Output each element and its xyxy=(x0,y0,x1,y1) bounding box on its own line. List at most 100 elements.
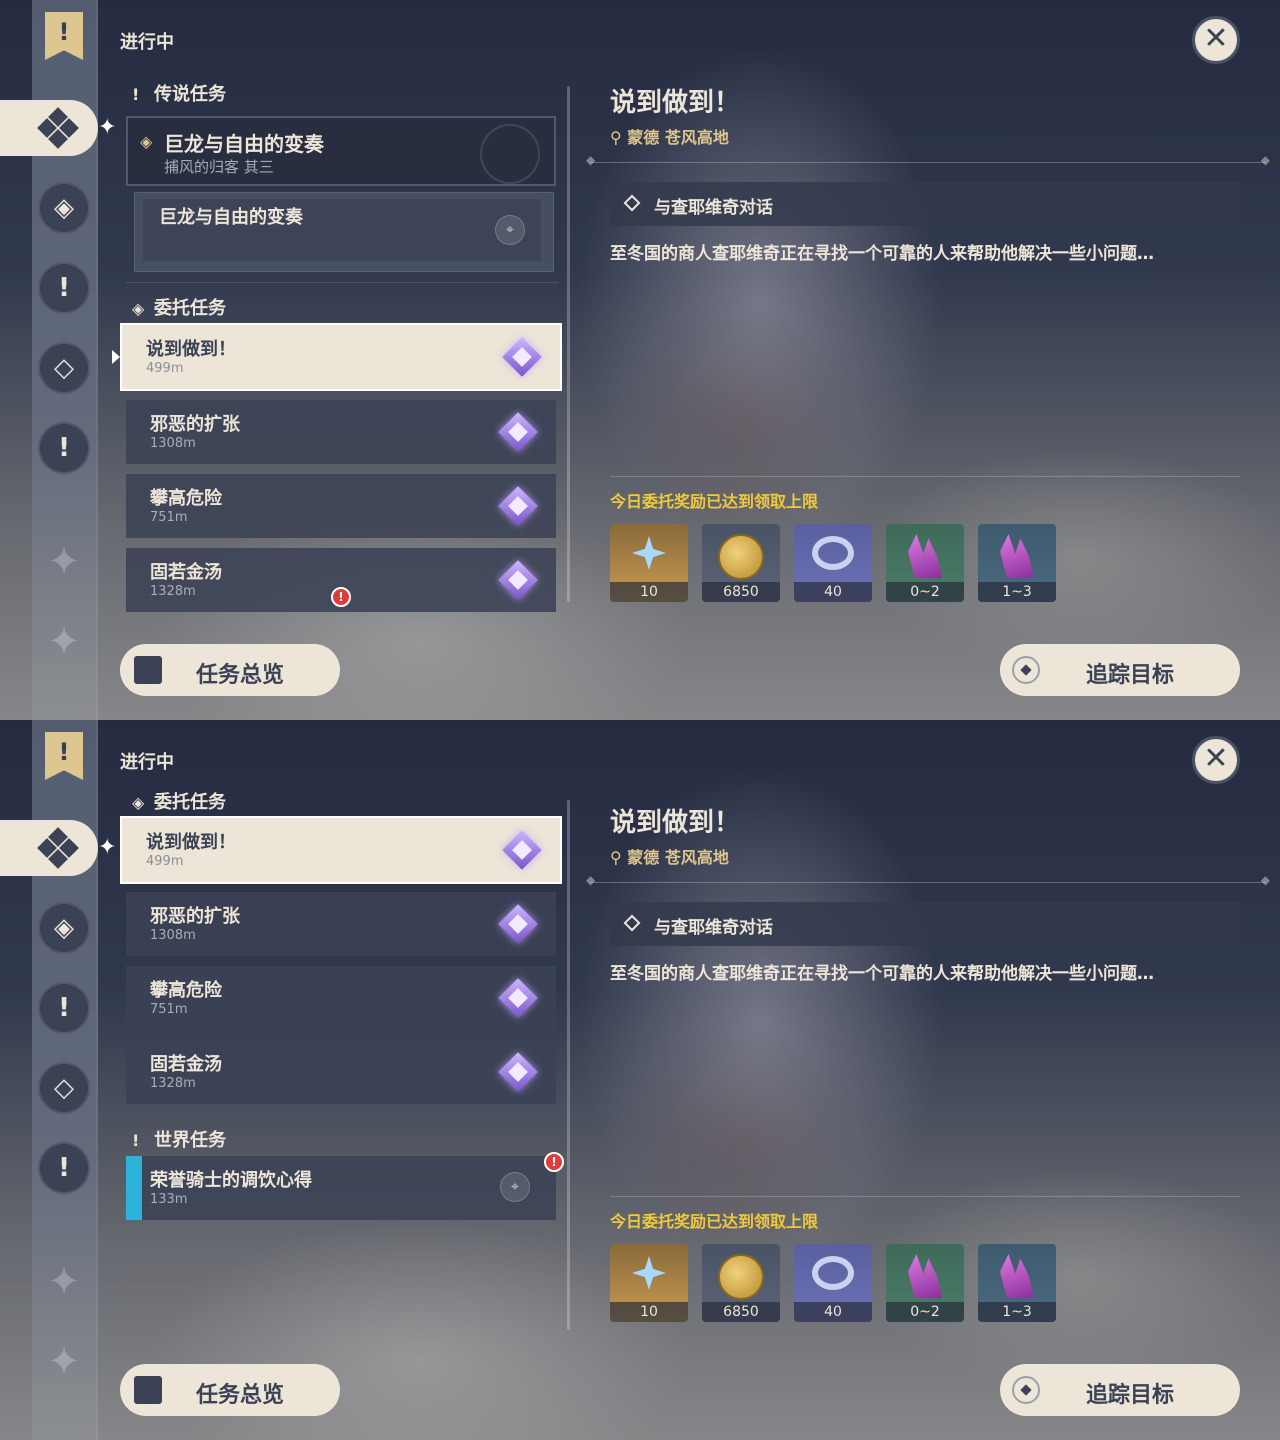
star-deco-icon: ✦ xyxy=(47,619,81,665)
close-button[interactable]: ✕ xyxy=(1192,736,1240,784)
reward-item[interactable]: 0~2 xyxy=(886,1244,964,1322)
detail-title: 说到做到！ xyxy=(610,88,741,118)
archon-sub-entry[interactable]: 巨龙与自由的变奏 ⌖ xyxy=(134,192,554,272)
star-deco-icon: ✦ xyxy=(47,1339,81,1385)
quest-item[interactable]: 邪恶的扩张 1308m xyxy=(126,892,556,956)
commission-category-icon: ◈ xyxy=(132,299,145,318)
quest-title: 荣誉骑士的调饮心得 xyxy=(150,1170,312,1191)
sparkle-icon: ✦ xyxy=(98,835,117,860)
detail-title: 说到做到！ xyxy=(610,808,741,838)
quest-description: 至冬国的商人查耶维奇正在寻找一个可靠的人来帮助他解决一些小问题… xyxy=(610,244,1154,264)
quest-item-selected[interactable]: 说到做到！ 499m xyxy=(120,816,562,884)
quest-distance: 751m xyxy=(150,1002,188,1017)
archon-category-icon: ! xyxy=(132,85,140,104)
sidebar-tab-archon[interactable]: ◈ xyxy=(38,182,90,234)
objective-diamond-icon xyxy=(623,194,641,212)
sidebar-tab-archon[interactable]: ◈ xyxy=(38,902,90,954)
quest-item[interactable]: 攀高危险 751m xyxy=(126,966,556,1030)
reward-divider xyxy=(610,476,1240,477)
quest-distance: 1308m xyxy=(150,928,196,943)
commission-quest-icon xyxy=(498,978,538,1018)
reward-item[interactable]: 10 xyxy=(610,1244,688,1322)
quest-title: 固若金汤 xyxy=(150,562,222,583)
mora-icon xyxy=(718,1254,764,1300)
quest-title: 邪恶的扩张 xyxy=(150,414,240,435)
reward-item[interactable]: 1~3 xyxy=(978,524,1056,602)
location-pin-icon: ⚲ xyxy=(610,848,622,867)
archon-quest-entry[interactable]: ◈ 巨龙与自由的变奏 捕风的归客 其三 xyxy=(126,116,556,186)
alert-badge-icon: ! xyxy=(544,1152,564,1172)
quest-item[interactable]: 邪恶的扩张 1308m xyxy=(126,400,556,464)
quest-title: 固若金汤 xyxy=(150,1054,222,1075)
commission-quest-icon xyxy=(498,412,538,452)
tracked-stripe xyxy=(126,1156,142,1220)
quest-distance: 1328m xyxy=(150,584,196,599)
reward-divider xyxy=(610,1196,1240,1197)
sidebar-tab-commission[interactable] xyxy=(0,100,98,156)
quest-distance: 133m xyxy=(150,1192,188,1207)
archon-quest-title: 巨龙与自由的变奏 xyxy=(164,132,324,156)
world-quest-item[interactable]: 荣誉骑士的调饮心得 133m ⌖ xyxy=(126,1156,556,1220)
reward-item[interactable]: 6850 xyxy=(702,524,780,602)
commission-quest-icon xyxy=(498,1052,538,1092)
quest-overview-button[interactable]: 任务总览 xyxy=(120,1364,340,1416)
reward-item[interactable]: 40 xyxy=(794,1244,872,1322)
commission-quest-icon xyxy=(498,904,538,944)
reward-item[interactable]: 1~3 xyxy=(978,1244,1056,1322)
quest-log-panel-2: ! ✦ ◈ ! ◇ ! ✦ ✦ 进行中 ◈ 委托任务 说到做到！ 499m 邪恶的… xyxy=(0,720,1280,1440)
objective-row: 与查耶维奇对话 xyxy=(610,182,1240,226)
reward-item[interactable]: 0~2 xyxy=(886,524,964,602)
sparkle-icon: ✦ xyxy=(98,115,117,140)
quest-distance: 751m xyxy=(150,510,188,525)
quest-book-icon xyxy=(134,656,162,684)
category-commission: ◈ 委托任务 xyxy=(132,792,226,813)
track-button[interactable]: 追踪目标 xyxy=(1000,644,1240,696)
quest-item[interactable]: 攀高危险 751m xyxy=(126,474,556,538)
quest-book-icon xyxy=(134,1376,162,1404)
sidebar-tab-world[interactable]: ! xyxy=(38,1142,90,1194)
quest-distance: 499m xyxy=(146,854,184,869)
quest-distance: 1328m xyxy=(150,1076,196,1091)
sidebar-tab-commission[interactable] xyxy=(0,820,98,876)
category-world: ! 世界任务 xyxy=(132,1130,226,1151)
sidebar-tab-world[interactable]: ! xyxy=(38,422,90,474)
reward-limit-note: 今日委托奖励已达到领取上限 xyxy=(610,1212,819,1231)
commission-quest-icon xyxy=(498,560,538,600)
archon-quest-icon: ◈ xyxy=(140,132,153,151)
commission-icon xyxy=(37,107,79,149)
quest-distance: 499m xyxy=(146,361,184,376)
commission-category-icon: ◈ xyxy=(132,793,145,812)
category-commission: ◈ 委托任务 xyxy=(132,298,226,319)
location-pin-icon[interactable]: ⌖ xyxy=(495,215,525,245)
close-button[interactable]: ✕ xyxy=(1192,16,1240,64)
quest-item[interactable]: 固若金汤 1328m xyxy=(126,1040,556,1104)
track-diamond-icon xyxy=(1012,656,1040,684)
quest-distance: 1308m xyxy=(150,436,196,451)
sidebar-tab-event[interactable]: ◇ xyxy=(38,342,90,394)
star-deco-icon: ✦ xyxy=(47,1259,81,1305)
reward-item[interactable]: 6850 xyxy=(702,1244,780,1322)
archon-quest-subtitle: 捕风的归客 其三 xyxy=(164,158,274,176)
quest-log-panel-1: ! ✦ ◈ ! ◇ ! ✦ ✦ 进行中 ! 传说任务 ◈ 巨龙与自由的变奏 捕风的… xyxy=(0,0,1280,720)
list-scrollbar[interactable] xyxy=(567,86,570,602)
quest-overview-button[interactable]: 任务总览 xyxy=(120,644,340,696)
reward-item[interactable]: 10 xyxy=(610,524,688,602)
sidebar-tab-story[interactable]: ! xyxy=(38,262,90,314)
mora-icon xyxy=(718,534,764,580)
list-scrollbar[interactable] xyxy=(567,800,570,1330)
alert-badge-icon: ! xyxy=(331,587,351,607)
track-button[interactable]: 追踪目标 xyxy=(1000,1364,1240,1416)
sidebar-tab-story[interactable]: ! xyxy=(38,982,90,1034)
reward-item[interactable]: 40 xyxy=(794,524,872,602)
detail-divider xyxy=(586,153,1270,167)
friendship-exp-icon xyxy=(812,1256,854,1290)
commission-quest-icon xyxy=(502,337,542,377)
location-pin-icon[interactable]: ⌖ xyxy=(500,1172,530,1202)
detail-location: ⚲ 蒙德 苍风高地 xyxy=(610,128,729,147)
quest-title: 邪恶的扩张 xyxy=(150,906,240,927)
sidebar-tab-event[interactable]: ◇ xyxy=(38,1062,90,1114)
quest-item-selected[interactable]: 说到做到！ 499m xyxy=(120,323,562,391)
friendship-exp-icon xyxy=(812,536,854,570)
selected-caret-icon xyxy=(112,350,120,364)
commission-quest-icon xyxy=(502,830,542,870)
